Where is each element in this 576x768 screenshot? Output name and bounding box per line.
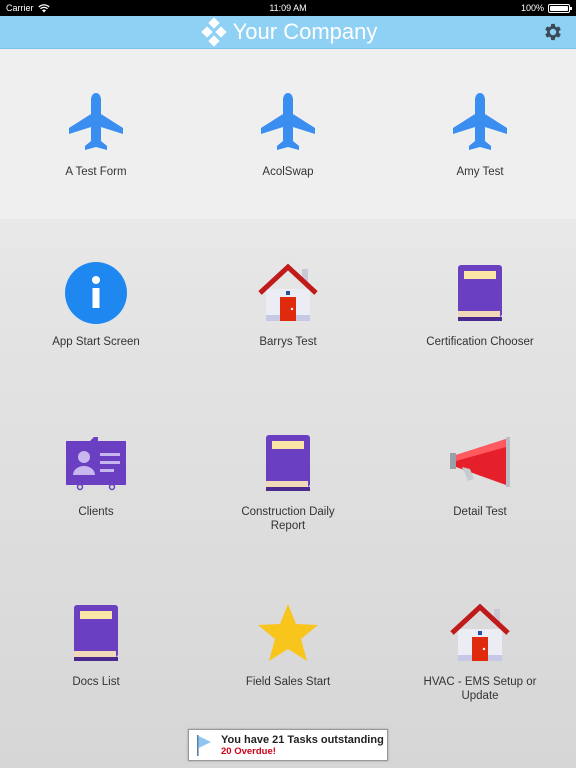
battery-fill <box>550 5 568 11</box>
overdue-label: 20 Overdue! <box>221 745 276 757</box>
tile-hvac-ems-setup[interactable]: HVAC - EMS Setup or Update <box>384 559 576 729</box>
tasks-notice[interactable]: You have 21 Tasks outstanding 20 Overdue… <box>188 729 388 761</box>
tile-label: AcolSwap <box>262 166 314 178</box>
tile-label: Clients <box>78 506 114 518</box>
status-bar: Carrier 11:09 AM 100% <box>0 0 576 16</box>
nav-bar: Your Company <box>0 16 576 49</box>
tile-label: Docs List <box>72 676 120 688</box>
tile-certification-chooser[interactable]: Certification Chooser <box>384 219 576 389</box>
house-icon <box>448 601 512 665</box>
tile-field-sales-start[interactable]: Field Sales Start <box>192 559 384 729</box>
status-left: Carrier <box>6 3 50 13</box>
book-icon <box>64 601 128 665</box>
tile-construction-daily-report[interactable]: Construction Daily Report <box>192 389 384 559</box>
tile-label: Construction Daily Report <box>241 506 335 532</box>
tile-barrys-test[interactable]: Barrys Test <box>192 219 384 389</box>
gear-icon[interactable] <box>542 21 564 43</box>
tile-docs-list[interactable]: Docs List <box>0 559 192 729</box>
notice-text: You have 21 Tasks outstanding 20 Overdue… <box>221 734 384 757</box>
company-logo-icon <box>200 17 227 47</box>
tile-acolswap[interactable]: AcolSwap <box>192 49 384 219</box>
tile-label: Detail Test <box>453 506 507 518</box>
brand: Your Company <box>199 17 378 47</box>
tile-label: Field Sales Start <box>245 676 331 688</box>
carrier-label: Carrier <box>6 3 34 13</box>
info-icon <box>64 261 128 325</box>
book-icon <box>448 261 512 325</box>
airplane-icon <box>64 91 128 155</box>
app-grid: A Test Form AcolSwap Amy Test App Start … <box>0 49 576 729</box>
battery-icon <box>548 3 572 13</box>
tile-label: Amy Test <box>456 166 504 178</box>
star-icon <box>256 601 320 665</box>
battery-percent: 100% <box>520 3 544 13</box>
tile-label: App Start Screen <box>52 336 140 348</box>
contact-card-icon <box>64 431 128 495</box>
flag-icon <box>197 735 211 756</box>
megaphone-icon <box>448 431 512 495</box>
book-icon <box>256 431 320 495</box>
tile-label: Barrys Test <box>259 336 317 348</box>
tile-label: Certification Chooser <box>426 336 534 348</box>
status-time: 11:09 AM <box>269 3 307 13</box>
tile-a-test-form[interactable]: A Test Form <box>0 49 192 219</box>
house-icon <box>256 261 320 325</box>
status-right: 100% <box>520 3 572 13</box>
tile-amy-test[interactable]: Amy Test <box>384 49 576 219</box>
tile-label: HVAC - EMS Setup or Update <box>423 676 537 702</box>
tasks-outstanding-label: You have 21 Tasks outstanding <box>221 733 384 746</box>
tile-clients[interactable]: Clients <box>0 389 192 559</box>
wifi-icon <box>37 3 50 12</box>
airplane-icon <box>256 91 320 155</box>
company-title: Your Company <box>232 19 378 44</box>
tile-detail-test[interactable]: Detail Test <box>384 389 576 559</box>
airplane-icon <box>448 91 512 155</box>
tile-label: A Test Form <box>65 166 127 178</box>
tile-app-start-screen[interactable]: App Start Screen <box>0 219 192 389</box>
